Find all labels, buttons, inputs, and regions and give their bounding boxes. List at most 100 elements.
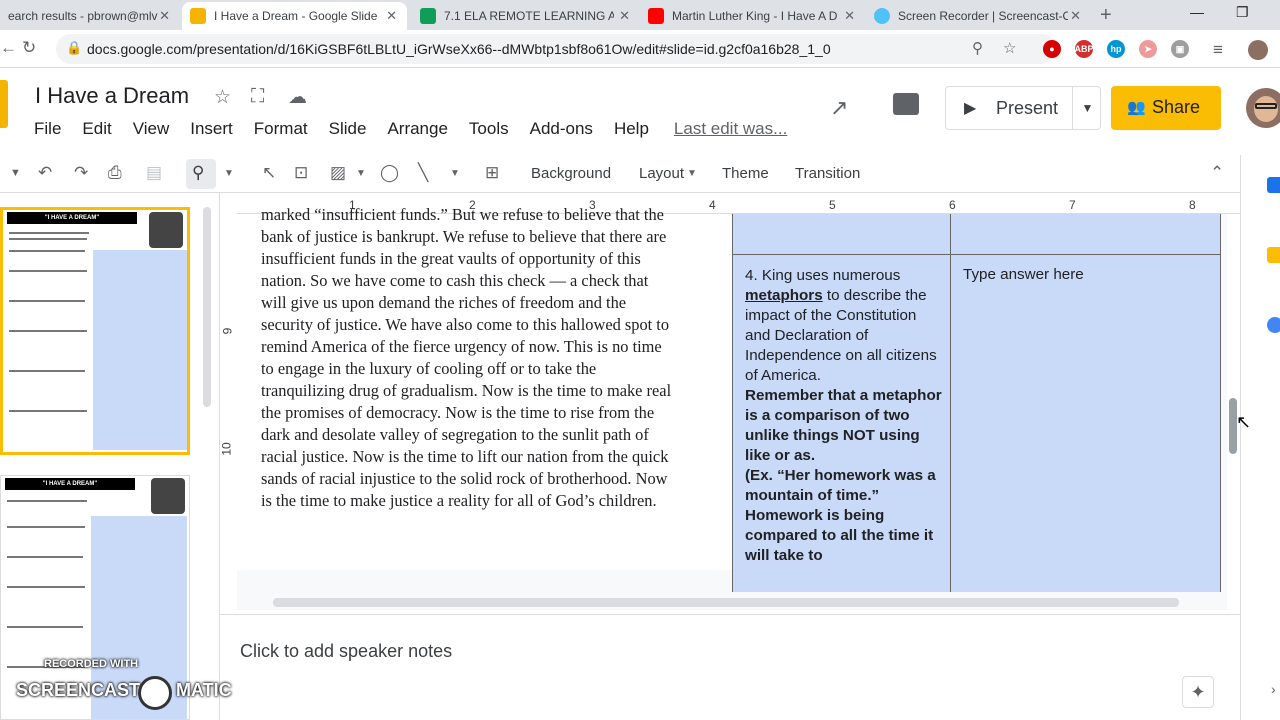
text-box-icon[interactable]: ⊡: [294, 163, 308, 183]
menu-help[interactable]: Help: [614, 119, 649, 139]
menu-addons[interactable]: Add-ons: [530, 119, 593, 139]
reading-list-icon[interactable]: ≡: [1213, 40, 1223, 60]
comments-icon[interactable]: [893, 93, 919, 115]
thumbnail-text-line: [9, 232, 89, 234]
speech-text-box[interactable]: marked “insufficient funds.” But we refu…: [261, 204, 726, 512]
menu-file[interactable]: File: [34, 119, 61, 139]
answer-cell[interactable]: Type answer here: [963, 266, 1084, 283]
image-dropdown-icon[interactable]: ▼: [356, 168, 366, 179]
zoom-icon[interactable]: ⚲: [972, 39, 983, 57]
menu-format[interactable]: Format: [254, 119, 308, 139]
extension-label: hp: [1110, 44, 1122, 54]
filmstrip-scrollbar[interactable]: [203, 207, 211, 407]
maximize-icon[interactable]: ❐: [1236, 4, 1249, 21]
extension-icon[interactable]: ▣: [1171, 40, 1189, 58]
last-edit-link[interactable]: Last edit was...: [674, 119, 787, 139]
line-dropdown-icon[interactable]: ▼: [450, 168, 460, 179]
browser-tab[interactable]: 7.1 ELA REMOTE LEARNING A ✕: [412, 2, 640, 30]
thumbnail-text-line: [7, 556, 83, 558]
youtube-favicon-icon: [648, 8, 664, 24]
menu-edit[interactable]: Edit: [82, 119, 111, 139]
profile-avatar[interactable]: [1248, 40, 1268, 60]
ruler-tick: 10: [219, 442, 234, 456]
undo-icon[interactable]: ↶: [38, 163, 52, 183]
browser-tab-active[interactable]: I Have a Dream - Google Slide ✕: [182, 2, 407, 30]
question-table[interactable]: 4. King uses numerous metaphors to descr…: [732, 214, 1221, 592]
new-tab-icon[interactable]: +: [1100, 4, 1112, 27]
browser-tab[interactable]: Screen Recorder | Screencast-O ✕: [866, 2, 1091, 30]
paint-format-icon[interactable]: ▤: [146, 163, 162, 183]
people-icon: 👥: [1127, 99, 1146, 116]
present-label: Present: [996, 98, 1059, 118]
extension-icon[interactable]: ●: [1043, 40, 1061, 58]
menu-view[interactable]: View: [133, 119, 170, 139]
explore-icon[interactable]: ✦: [1182, 676, 1214, 708]
menu-tools[interactable]: Tools: [469, 119, 509, 139]
menu-insert[interactable]: Insert: [190, 119, 233, 139]
menu-slide[interactable]: Slide: [329, 119, 367, 139]
canvas-horizontal-scrollbar[interactable]: [273, 598, 1179, 607]
shape-icon[interactable]: ◯: [380, 163, 399, 183]
address-bar[interactable]: 🔒 docs.google.com/presentation/d/16KiGSB…: [56, 34, 1056, 64]
back-icon[interactable]: ←: [0, 38, 17, 58]
new-slide-dropdown-icon[interactable]: ▼: [10, 167, 21, 179]
user-avatar[interactable]: [1246, 88, 1280, 128]
present-dropdown-icon[interactable]: ▼: [1072, 87, 1102, 129]
thumbnail-title: "I HAVE A DREAM": [7, 212, 137, 224]
select-cursor-icon[interactable]: ↖: [262, 163, 276, 183]
question-cell[interactable]: 4. King uses numerous metaphors to descr…: [745, 266, 943, 566]
mlk-photo-thumbnail: [149, 212, 183, 248]
reload-icon[interactable]: ↻: [22, 38, 36, 58]
side-panel: ›: [1240, 155, 1280, 720]
background-button[interactable]: Background: [531, 165, 611, 182]
close-tab-icon[interactable]: ✕: [159, 8, 170, 24]
adblock-extension-icon[interactable]: ABP: [1074, 40, 1094, 58]
close-tab-icon[interactable]: ✕: [1070, 8, 1081, 24]
menu-arrange[interactable]: Arrange: [387, 119, 447, 139]
thumbnail-text-line: [7, 500, 87, 502]
zoom-dropdown-icon[interactable]: ▼: [224, 168, 234, 179]
share-extension-icon[interactable]: ➤: [1139, 40, 1157, 58]
editing-toolbar: ▼ ↶ ↷ ⎙ ▤ ⚲ ▼ ↖ ⊡ ▨ ▼ ◯ ╲ ▼ ⊞ Background…: [0, 155, 1240, 193]
theme-button[interactable]: Theme: [722, 165, 769, 182]
collapse-toolbar-icon[interactable]: ⌃: [1210, 163, 1224, 183]
ruler-tick: 6: [949, 198, 956, 212]
layout-button[interactable]: Layout: [639, 165, 684, 182]
transition-button[interactable]: Transition: [795, 165, 860, 182]
vertical-ruler: 9 10: [220, 214, 237, 594]
expand-panel-icon[interactable]: ›: [1271, 681, 1276, 697]
slides-logo-icon[interactable]: [0, 80, 8, 128]
image-icon[interactable]: ▨: [330, 163, 346, 183]
calendar-icon[interactable]: [1267, 177, 1280, 193]
speaker-notes-placeholder[interactable]: Click to add speaker notes: [240, 641, 452, 662]
question-keyword: metaphors: [745, 287, 823, 304]
close-tab-icon[interactable]: ✕: [619, 8, 630, 24]
bookmark-star-icon[interactable]: ☆: [1003, 39, 1016, 57]
lock-icon: 🔒: [66, 40, 83, 55]
redo-icon[interactable]: ↷: [74, 163, 88, 183]
close-tab-icon[interactable]: ✕: [386, 8, 397, 24]
extension-label: ABP: [1074, 44, 1094, 54]
zoom-icon[interactable]: ⚲: [192, 163, 204, 183]
line-icon[interactable]: ╲: [418, 163, 428, 183]
speaker-notes-panel[interactable]: Click to add speaker notes: [220, 614, 1240, 720]
share-button[interactable]: 👥 Share: [1111, 86, 1221, 130]
browser-tab[interactable]: earch results - pbrown@mlv ✕: [0, 2, 180, 30]
add-comment-icon[interactable]: ⊞: [485, 163, 499, 183]
browser-tab[interactable]: Martin Luther King - I Have A D ✕: [640, 2, 865, 30]
keep-icon[interactable]: [1267, 247, 1280, 263]
layout-dropdown-icon[interactable]: ▼: [687, 168, 697, 179]
print-icon[interactable]: ⎙: [108, 163, 122, 183]
present-button[interactable]: ▶ Present ▼: [945, 86, 1101, 130]
star-icon[interactable]: ☆: [214, 86, 231, 109]
activity-dashboard-icon[interactable]: ↗: [830, 95, 848, 121]
minimize-icon[interactable]: —: [1190, 4, 1204, 20]
thumbnail-text-line: [9, 238, 87, 240]
classroom-favicon-icon: [420, 8, 436, 24]
document-title[interactable]: I Have a Dream: [35, 83, 189, 109]
close-tab-icon[interactable]: ✕: [844, 8, 855, 24]
tasks-icon[interactable]: [1267, 317, 1280, 333]
slide-thumbnail-selected[interactable]: "I HAVE A DREAM": [0, 207, 190, 455]
move-folder-icon[interactable]: ⛶: [251, 86, 264, 108]
hp-extension-icon[interactable]: hp: [1107, 40, 1125, 58]
